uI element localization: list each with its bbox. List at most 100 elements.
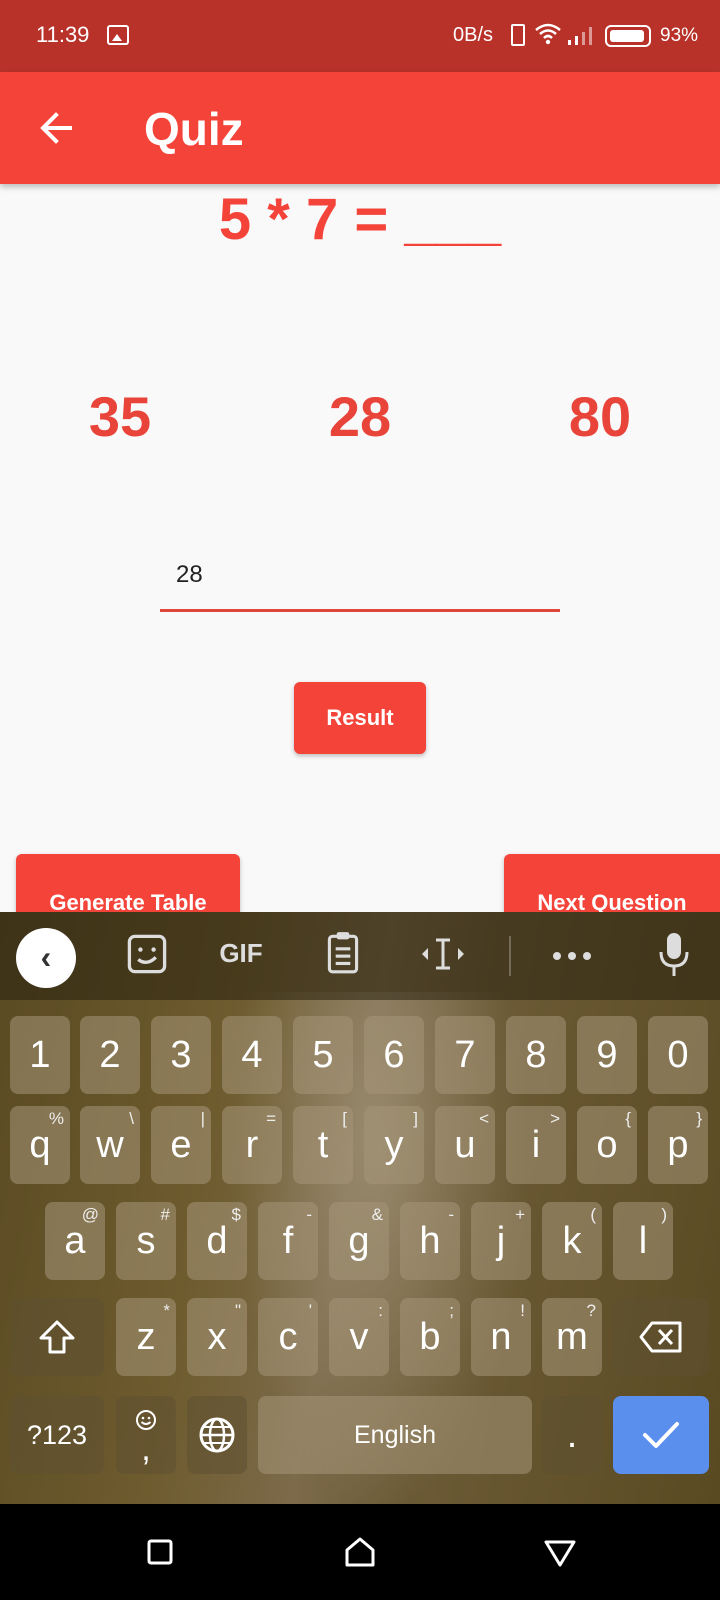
clipboard-icon[interactable] (318, 930, 368, 976)
key-hint: } (696, 1109, 702, 1128)
key-t[interactable]: t[ (293, 1106, 353, 1184)
key-5[interactable]: 5 (293, 1016, 353, 1094)
key-hint: { (625, 1109, 631, 1128)
key-hint: ( (590, 1205, 596, 1224)
key-o[interactable]: o{ (577, 1106, 637, 1184)
key-g[interactable]: g & (329, 1202, 389, 1280)
key-label: a (64, 1220, 86, 1262)
key-s[interactable]: s # (116, 1202, 176, 1280)
key-label: n (490, 1316, 512, 1358)
key-w[interactable]: w \ (80, 1106, 140, 1184)
key-y[interactable]: y] (364, 1106, 424, 1184)
enter-key[interactable] (613, 1396, 709, 1474)
key-m[interactable]: m? (542, 1298, 602, 1376)
key-hint: = (266, 1109, 276, 1128)
key-8[interactable]: 8 (506, 1016, 566, 1094)
answer-option-3[interactable]: 80 (540, 384, 660, 449)
symbols-key[interactable]: ?123 (10, 1396, 104, 1474)
comma-key[interactable]: , (116, 1396, 176, 1474)
key-label: f (282, 1220, 294, 1262)
key-label: j (496, 1220, 506, 1262)
battery-level: 93% (660, 25, 699, 46)
arrow-left-icon[interactable] (36, 108, 76, 148)
key-9[interactable]: 9 (577, 1016, 637, 1094)
key-h[interactable]: h- (400, 1202, 460, 1280)
key-label: x (207, 1316, 227, 1358)
key-label: c (278, 1316, 298, 1358)
key-0[interactable]: 0 (648, 1016, 708, 1094)
key-z[interactable]: z * (116, 1298, 176, 1376)
status-bar: 11:39 0B/s 93% (0, 0, 720, 72)
key-a[interactable]: a @ (45, 1202, 105, 1280)
key-label: s (136, 1220, 156, 1262)
backspace-icon (639, 1321, 682, 1353)
language-key[interactable] (187, 1396, 247, 1474)
key-hint: ] (413, 1109, 418, 1128)
page-title: Quiz (144, 103, 244, 155)
text-cursor-icon[interactable] (418, 932, 468, 976)
key-hint: ; (449, 1301, 454, 1320)
key-c[interactable]: c ' (258, 1298, 318, 1376)
key-hint: ' (308, 1301, 312, 1320)
key-label: i (531, 1124, 541, 1166)
period-key[interactable]: . (542, 1396, 602, 1474)
key-hint: | (200, 1109, 205, 1128)
key-7[interactable]: 7 (435, 1016, 495, 1094)
globe-icon (199, 1417, 235, 1453)
key-label: v (349, 1316, 369, 1358)
key-3[interactable]: 3 (151, 1016, 211, 1094)
shift-icon (39, 1320, 75, 1354)
key-i[interactable]: i > (506, 1106, 566, 1184)
result-button[interactable]: Result (294, 682, 426, 754)
key-label: o (596, 1124, 618, 1166)
key-6[interactable]: 6 (364, 1016, 424, 1094)
key-hint: > (550, 1109, 560, 1128)
key-l[interactable]: l) (613, 1202, 673, 1280)
key-r[interactable]: r = (222, 1106, 282, 1184)
key-2[interactable]: 2 (80, 1016, 140, 1094)
answer-option-2[interactable]: 28 (300, 384, 420, 449)
key-v[interactable]: v: (329, 1298, 389, 1376)
key-hint: + (515, 1205, 525, 1224)
chevron-left-icon[interactable]: ‹ (16, 928, 76, 988)
network-speed: 0B/s (453, 24, 494, 46)
key-1[interactable]: 1 (10, 1016, 70, 1094)
key-e[interactable]: e | (151, 1106, 211, 1184)
backspace-key[interactable] (613, 1298, 709, 1376)
more-icon[interactable] (547, 948, 597, 964)
check-icon (643, 1422, 679, 1448)
status-time: 11:39 (36, 22, 90, 47)
key-label: z (136, 1316, 156, 1358)
key-f[interactable]: f- (258, 1202, 318, 1280)
key-u[interactable]: u < (435, 1106, 495, 1184)
key-hint: [ (342, 1109, 347, 1128)
sticker-icon[interactable] (122, 932, 172, 976)
gallery-icon (107, 25, 129, 45)
space-bar[interactable]: English (258, 1396, 532, 1474)
back-triangle-icon[interactable] (540, 1532, 580, 1572)
key-k[interactable]: k( (542, 1202, 602, 1280)
key-label: y (384, 1124, 404, 1166)
battery-icon (605, 25, 651, 47)
answer-option-1[interactable]: 35 (60, 384, 180, 449)
key-label: b (419, 1316, 441, 1358)
key-hint: # (160, 1205, 170, 1224)
key-label: e (170, 1124, 192, 1166)
key-j[interactable]: j + (471, 1202, 531, 1280)
key-x[interactable]: x " (187, 1298, 247, 1376)
key-d[interactable]: d $ (187, 1202, 247, 1280)
key-q[interactable]: q% (10, 1106, 70, 1184)
recents-icon[interactable] (140, 1532, 180, 1572)
key-p[interactable]: p} (648, 1106, 708, 1184)
mic-icon[interactable] (649, 930, 699, 980)
app-bar: Quiz (0, 72, 720, 184)
key-b[interactable]: b; (400, 1298, 460, 1376)
key-hint: : (378, 1301, 383, 1320)
home-icon[interactable] (340, 1532, 380, 1572)
shift-key[interactable] (10, 1298, 104, 1376)
key-label: k (562, 1220, 582, 1262)
answer-input[interactable] (160, 540, 560, 612)
gif-icon[interactable]: GIF (216, 938, 266, 969)
key-4[interactable]: 4 (222, 1016, 282, 1094)
key-n[interactable]: n! (471, 1298, 531, 1376)
